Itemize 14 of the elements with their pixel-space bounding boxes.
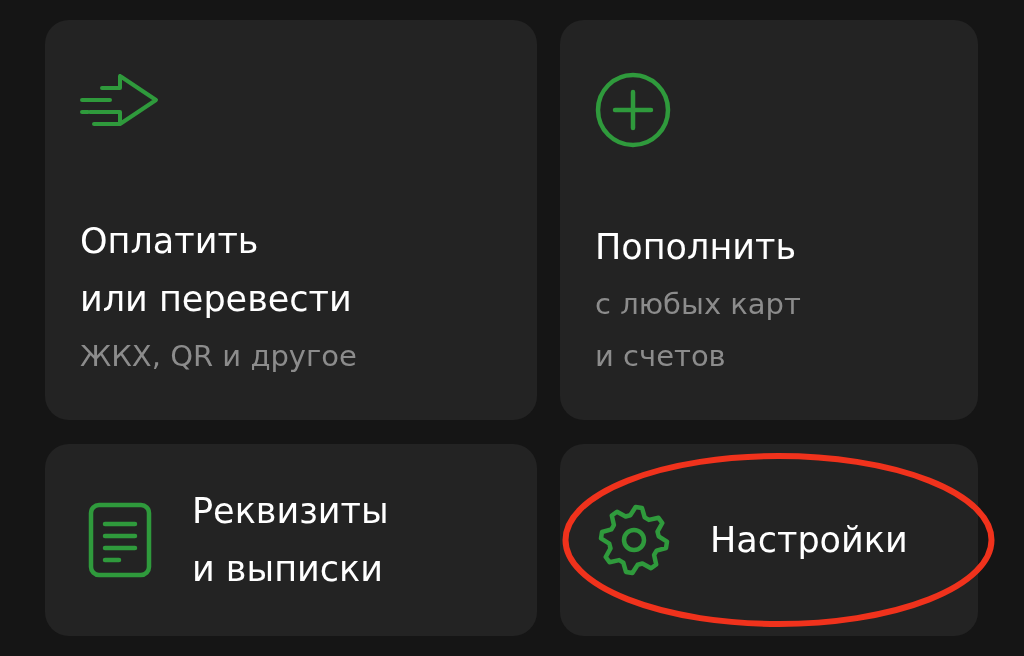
card-subtitle: ЖКХ, QR и другое bbox=[80, 338, 358, 375]
menu-card[interactable]: Настройки bbox=[560, 444, 978, 636]
card-title: Пополнить bbox=[595, 226, 798, 269]
card-title: Реквизиты и выписки bbox=[192, 490, 389, 591]
card-title: Оплатить или перевести bbox=[80, 220, 353, 321]
document-icon bbox=[88, 502, 152, 578]
plus-icon bbox=[595, 72, 671, 148]
card-subtitle: с любых карт и счетов bbox=[595, 286, 802, 375]
menu-card[interactable]: Оплатить или перевести ЖКХ, QR и другое bbox=[45, 20, 537, 420]
settings-icon bbox=[598, 504, 670, 576]
menu-card[interactable]: Пополнить с любых карт и счетов bbox=[560, 20, 978, 420]
card-title: Настройки bbox=[710, 519, 908, 562]
menu-card[interactable]: Реквизиты и выписки bbox=[45, 444, 537, 636]
arrow-icon bbox=[80, 72, 160, 128]
